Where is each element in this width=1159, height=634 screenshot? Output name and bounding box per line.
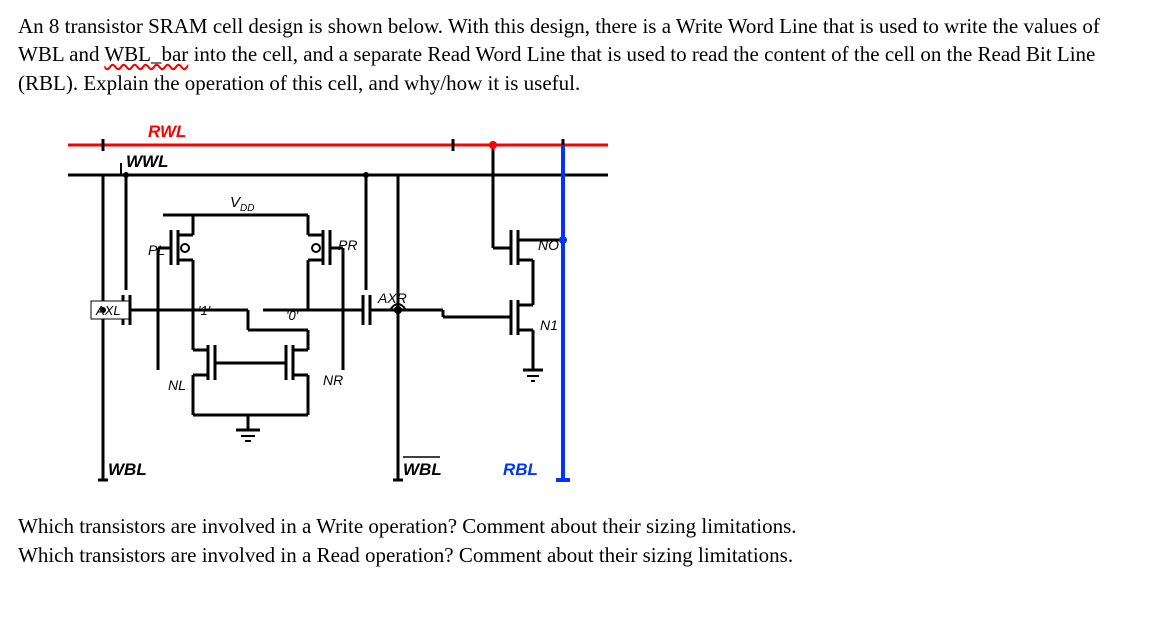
rbl-label: RBL [503,460,538,479]
svg-text:PR: PR [338,237,357,253]
nl-transistor: NL [168,310,215,415]
svg-text:AXL: AXL [95,303,121,318]
rwl-label: RWL [148,122,186,141]
wwl-label: WWL [126,152,168,171]
wblbar-label: WBL [403,460,442,479]
sram-8t-svg: RWL WWL WBL WBL RBL VDD PL [48,115,608,495]
wbl-label: WBL [108,460,147,479]
svg-text:NR: NR [323,372,343,388]
paragraph-intro: An 8 transistor SRAM cell design is show… [18,12,1141,97]
n1-transistor: N1 [443,300,558,370]
intro-wavy: WBL_bar [104,42,188,66]
pr-transistor: PR [308,215,357,310]
pl-transistor: PL [148,215,193,310]
question-2: Which transistors are involved in a Read… [18,541,1141,569]
no-transistor: NO [489,141,567,305]
svg-text:NL: NL [168,377,186,393]
circuit-diagram: RWL WWL WBL WBL RBL VDD PL [48,115,1141,502]
question-1: Which transistors are involved in a Writ… [18,512,1141,540]
svg-text:AXR: AXR [377,290,407,306]
svg-text:NO: NO [538,237,559,253]
svg-text:N1: N1 [540,317,558,333]
vdd-label: VDD [230,194,254,214]
nr-transistor: NR [286,330,343,415]
